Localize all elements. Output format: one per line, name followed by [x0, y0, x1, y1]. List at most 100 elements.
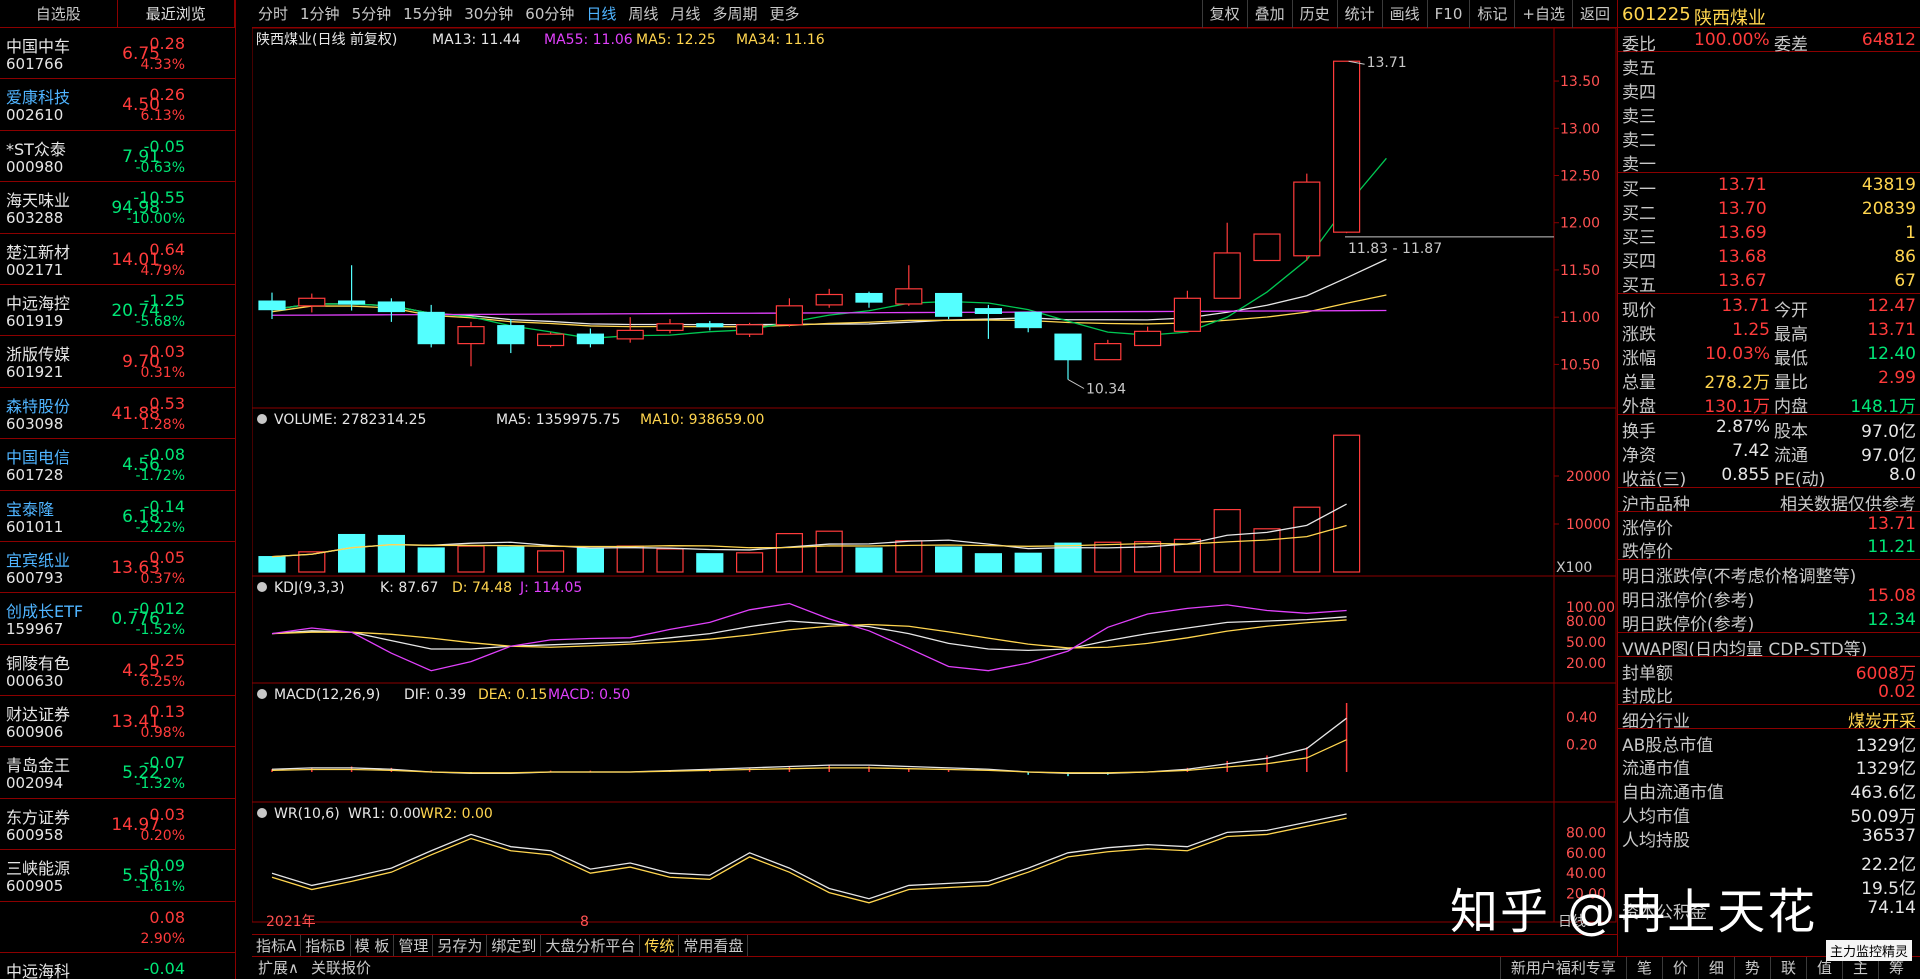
period-tab[interactable]: 15分钟 — [397, 3, 458, 24]
candle-body[interactable] — [815, 293, 843, 306]
wr-tick-label: 80.00 — [1566, 825, 1606, 841]
stock-pct: -1.52% — [135, 622, 185, 639]
watchlist-item[interactable]: 中远海科 -0.04 — [0, 953, 235, 979]
period-tab[interactable]: 5分钟 — [346, 3, 398, 24]
toolbar-action[interactable]: 标记 — [1469, 0, 1514, 28]
watchlist-item[interactable]: 宝泰隆 601011 6.18 -0.14 -2.22% — [0, 491, 235, 542]
candle-body[interactable] — [1173, 297, 1202, 332]
status-tab[interactable]: 势 — [1733, 957, 1770, 979]
toolbar-action[interactable]: 叠加 — [1246, 0, 1292, 28]
candle-body[interactable] — [457, 326, 485, 345]
status-tab[interactable]: 新用户福利专享 — [1499, 957, 1626, 979]
watchlist-item[interactable]: 财达证券 600906 13.41 0.13 0.98% — [0, 696, 235, 748]
watchlist-item[interactable]: 中国中车 601766 6.75 0.28 4.33% — [0, 28, 235, 80]
collapse-icon[interactable] — [257, 689, 267, 699]
candle-body[interactable] — [775, 305, 804, 326]
candle-body[interactable] — [337, 300, 366, 305]
toolbar-action[interactable]: +自选 — [1514, 0, 1572, 28]
candle-body[interactable] — [1293, 181, 1321, 257]
bid-price: 13.68 — [1718, 247, 1767, 267]
toolbar-action[interactable]: 复权 — [1201, 0, 1247, 28]
period-tab[interactable]: 多周期 — [706, 3, 763, 24]
indicator-tab[interactable]: 绑定到 — [487, 935, 542, 956]
indicator-tab[interactable]: 常用看盘 — [679, 935, 749, 956]
collapse-icon[interactable] — [257, 808, 267, 818]
watchlist-item[interactable]: 中远海控 601919 20.74 -1.25 -5.68% — [0, 285, 235, 337]
toolbar-action[interactable]: F10 — [1426, 0, 1470, 28]
toolbar-action[interactable]: 历史 — [1291, 0, 1337, 28]
candle-body[interactable] — [258, 300, 286, 311]
period-tab[interactable]: 周线 — [622, 3, 664, 24]
candle-body[interactable] — [377, 301, 406, 313]
candle-body[interactable] — [1213, 252, 1241, 299]
indicator-tab[interactable]: 大盘分析平台 — [541, 935, 641, 956]
toolbar-action[interactable]: 返回 — [1571, 0, 1617, 28]
watchlist-item[interactable]: 三峡能源 600905 5.50 -0.09 -1.61% — [0, 850, 235, 902]
tab-recent[interactable]: 最近浏览 — [118, 0, 235, 27]
status-tab[interactable]: 笔 — [1625, 957, 1662, 979]
stock-code: 601921 — [6, 363, 64, 382]
watchlist-item[interactable]: *ST众泰 000980 7.91 -0.05 -0.63% — [0, 131, 235, 183]
watchlist-item[interactable]: 中国电信 601728 4.56 -0.08 -1.72% — [0, 439, 235, 491]
candle-body[interactable] — [934, 292, 963, 317]
tab-watchlist[interactable]: 自选股 — [0, 0, 118, 27]
tomorrow-value: 12.34 — [1867, 610, 1916, 630]
watchlist-item[interactable]: 宜宾纸业 600793 13.63 0.05 0.37% — [0, 542, 235, 594]
watchlist-item[interactable]: 楚江新材 002171 14.01 0.64 4.79% — [0, 234, 235, 285]
indicator-tab[interactable]: 传统 — [640, 935, 680, 956]
candle-body[interactable] — [696, 323, 724, 328]
collapse-icon[interactable] — [257, 414, 267, 424]
status-tab[interactable]: 细 — [1697, 957, 1734, 979]
candle-body[interactable] — [1253, 233, 1281, 262]
candle-body[interactable] — [1014, 311, 1042, 329]
candle-body[interactable] — [1332, 60, 1361, 233]
period-tab[interactable]: 30分钟 — [458, 3, 519, 24]
vwap-row[interactable]: VWAP图(日内均量 CDP-STD等) — [1618, 632, 1920, 660]
indicator-tab[interactable]: 另存为 — [433, 935, 488, 956]
candle-body[interactable] — [855, 292, 883, 303]
indicator-tab[interactable]: 指标B — [301, 935, 351, 956]
watchlist-item[interactable]: 东方证券 600958 14.97 0.03 0.20% — [0, 799, 235, 851]
watchlist-item[interactable]: 浙版传媒 601921 9.70 0.03 0.31% — [0, 336, 235, 388]
candle-body[interactable] — [1054, 333, 1082, 361]
monitor-badge[interactable]: 主力监控精灵 — [1825, 940, 1912, 961]
watchlist-item[interactable]: 0.08 2.90% — [0, 902, 235, 954]
collapse-icon[interactable] — [257, 582, 267, 592]
indicator-tab[interactable]: 模 板 — [351, 935, 395, 956]
watchlist-item[interactable]: 海天味业 603288 94.98 -10.55 -10.00% — [0, 182, 235, 234]
candle-body[interactable] — [417, 311, 445, 345]
candle-body[interactable] — [1094, 343, 1122, 361]
candle-body[interactable] — [497, 325, 525, 345]
period-tab[interactable]: 日线 — [580, 3, 622, 24]
watchlist-item[interactable]: 创成长ETF 159967 0.776 -0.012 -1.52% — [0, 593, 235, 645]
toolbar-action[interactable]: 统计 — [1336, 0, 1382, 28]
candle-body[interactable] — [1133, 330, 1162, 347]
period-tab[interactable]: 分时 — [252, 3, 294, 24]
indicator-tab[interactable]: 指标A — [252, 935, 302, 956]
period-tab[interactable]: 月线 — [664, 3, 706, 24]
period-tab[interactable]: 1分钟 — [294, 3, 346, 24]
candle-body[interactable] — [895, 288, 923, 305]
watchlist-item[interactable]: 青岛金王 002094 5.22 -0.07 -1.32% — [0, 747, 235, 799]
quote-value: 10.03% — [1705, 344, 1770, 364]
period-tab[interactable]: 60分钟 — [519, 3, 580, 24]
candle-body[interactable] — [576, 333, 604, 345]
candle-body[interactable] — [616, 329, 644, 340]
status-tab[interactable]: 联 — [1769, 957, 1806, 979]
candle-body[interactable] — [736, 324, 764, 335]
candle-body[interactable] — [537, 333, 565, 347]
related-quote-button[interactable]: 关联报价 — [305, 957, 377, 979]
indicator-tab[interactable]: 管理 — [394, 935, 434, 956]
expand-button[interactable]: 扩展∧ — [252, 957, 305, 979]
candle-body[interactable] — [298, 297, 326, 307]
toolbar-action[interactable]: 画线 — [1381, 0, 1427, 28]
status-tab[interactable]: 价 — [1661, 957, 1698, 979]
candle-body[interactable] — [974, 308, 1003, 314]
watchlist-item[interactable]: 爱康科技 002610 4.50 0.26 6.13% — [0, 79, 235, 131]
kline-chart[interactable]: 陕西煤业(日线 前复权) MA13: 11.44 MA55: 11.06 MA5: 1… — [251, 27, 1617, 930]
period-tab[interactable]: 更多 — [763, 3, 805, 24]
quote-value: 13.71 — [1867, 320, 1916, 340]
watchlist-item[interactable]: 森特股份 603098 41.88 0.53 1.28% — [0, 388, 235, 440]
candle-body[interactable] — [656, 323, 684, 331]
watchlist-item[interactable]: 铜陵有色 000630 4.25 0.25 6.25% — [0, 645, 235, 697]
